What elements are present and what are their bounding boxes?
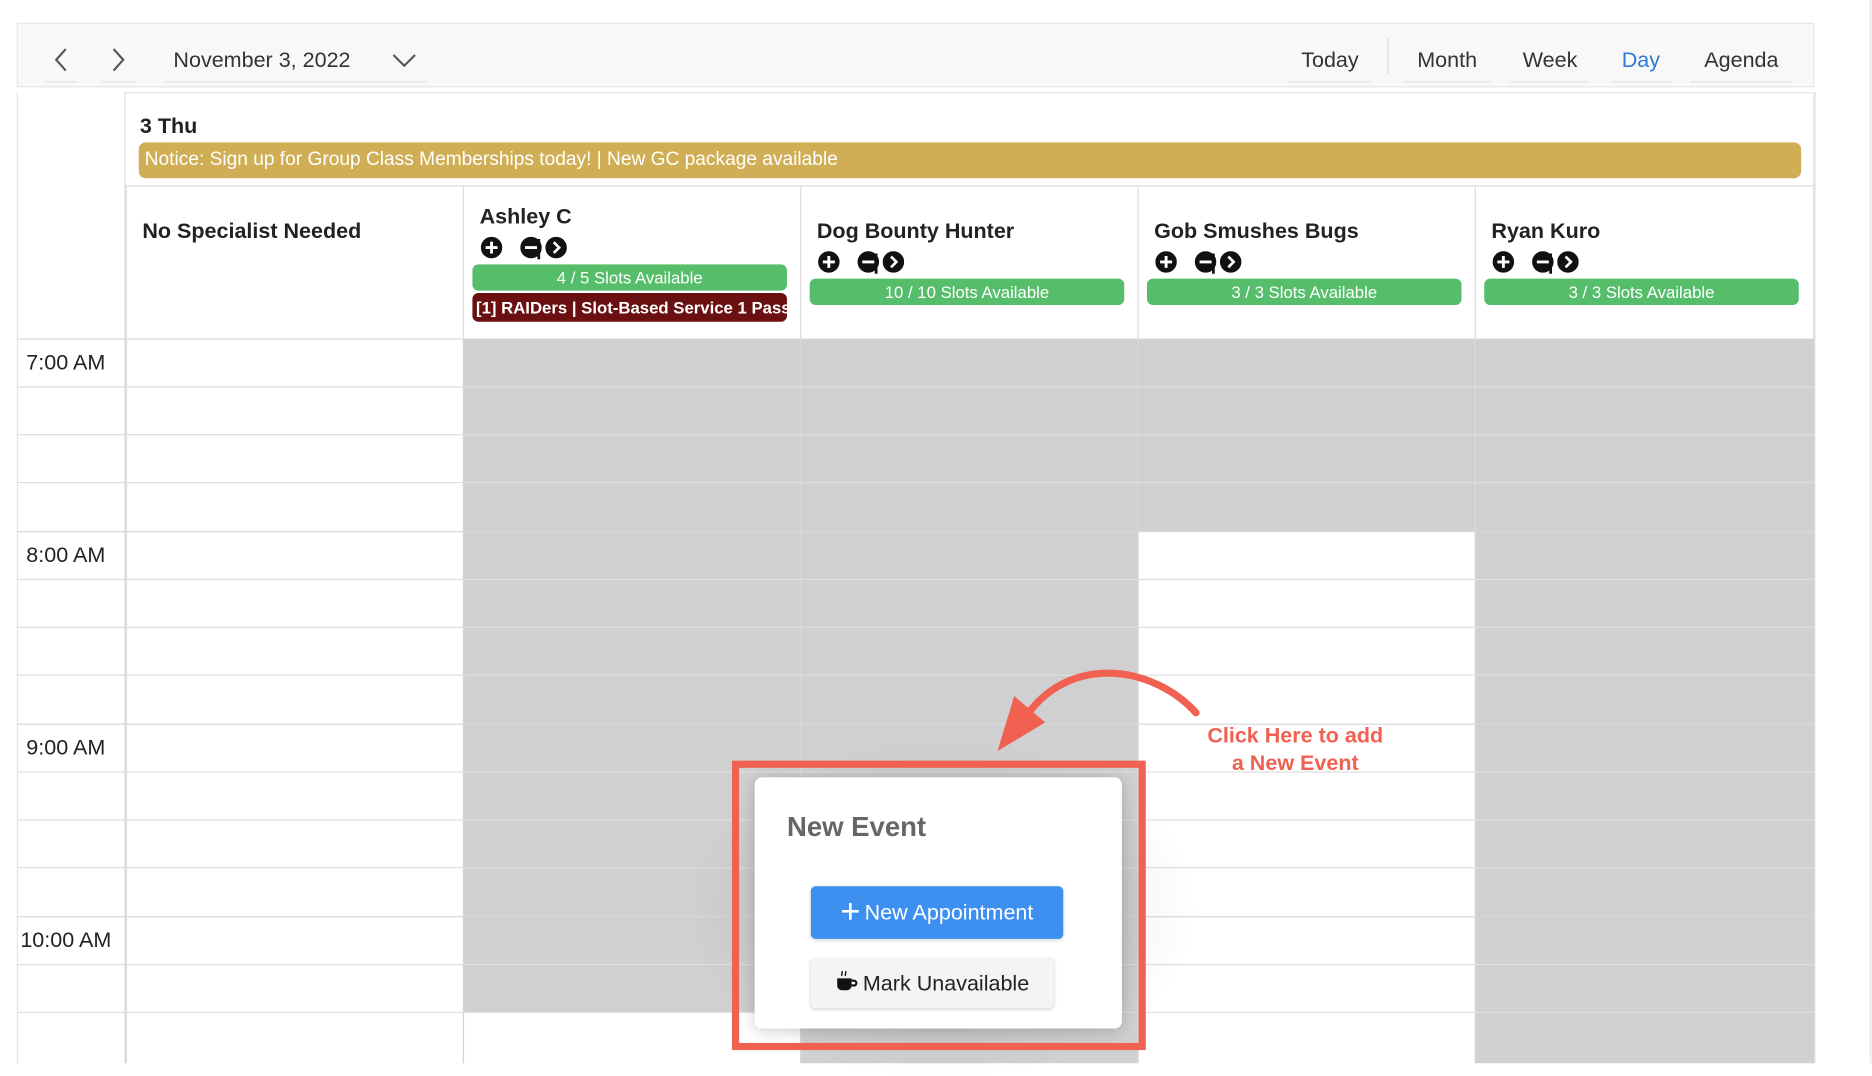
resource-header-dog-bounty-hunter: Dog Bounty Hunter | 10 / 10 Slots Availa… bbox=[800, 185, 1138, 339]
add-slot-icon[interactable] bbox=[818, 251, 840, 279]
slot-line bbox=[16, 674, 1815, 676]
day-calendar: November 3, 2022 Today Month Week Day Ag… bbox=[0, 0, 1872, 1076]
week-view-button[interactable]: Week bbox=[1510, 38, 1590, 83]
resource-header-ryan-kuro: Ryan Kuro | 3 / 3 Slots Available bbox=[1474, 185, 1815, 339]
time-label-10am: 10:00 AM bbox=[20, 928, 112, 953]
controls-separator: | bbox=[535, 235, 542, 260]
column-ryan-kuro[interactable] bbox=[1474, 338, 1815, 1064]
chevron-down-icon bbox=[392, 54, 416, 68]
slot-line bbox=[16, 723, 1815, 725]
unavailable-block bbox=[1475, 338, 1815, 1064]
column-no-specialist[interactable] bbox=[125, 338, 463, 1064]
callout-line-1: Click Here to add bbox=[1207, 723, 1384, 748]
calendar-toolbar: November 3, 2022 Today Month Week Day Ag… bbox=[16, 22, 1815, 88]
slots-available-badge[interactable]: 3 / 3 Slots Available bbox=[1146, 278, 1462, 305]
next-resource-icon[interactable] bbox=[1557, 251, 1579, 279]
callout-highlight-box bbox=[731, 760, 1146, 1051]
day-header: 3 Thu Notice: Sign up for Group Class Me… bbox=[125, 92, 1815, 186]
add-slot-icon[interactable] bbox=[1155, 251, 1177, 279]
slot-line bbox=[16, 531, 1815, 533]
resource-name: Gob Smushes Bugs bbox=[1154, 218, 1359, 243]
date-picker-button[interactable]: November 3, 2022 bbox=[163, 38, 427, 83]
notice-banner[interactable]: Notice: Sign up for Group Class Membersh… bbox=[138, 142, 1802, 179]
toolbar-divider bbox=[1387, 38, 1389, 75]
slots-available-badge[interactable]: 4 / 5 Slots Available bbox=[472, 264, 787, 291]
next-resource-icon[interactable] bbox=[545, 236, 567, 265]
slots-available-badge[interactable]: 10 / 10 Slots Available bbox=[809, 278, 1125, 305]
month-view-button[interactable]: Month bbox=[1402, 38, 1492, 83]
service-event[interactable]: [1] RAIDers | Slot-Based Service 1 Pass bbox=[472, 293, 787, 322]
add-slot-icon[interactable] bbox=[1492, 251, 1515, 279]
today-button[interactable]: Today bbox=[1288, 38, 1372, 83]
time-label-9am: 9:00 AM bbox=[26, 735, 106, 760]
time-label-8am: 8:00 AM bbox=[26, 542, 106, 567]
controls-separator: | bbox=[1547, 249, 1554, 274]
resource-name: No Specialist Needed bbox=[142, 218, 362, 243]
next-resource-icon[interactable] bbox=[1219, 251, 1242, 279]
prev-day-button[interactable] bbox=[44, 38, 78, 83]
slots-available-badge[interactable]: 3 / 3 Slots Available bbox=[1484, 278, 1799, 305]
day-label: 3 Thu bbox=[139, 113, 198, 138]
resource-header-gob-smushes-bugs: Gob Smushes Bugs | 3 / 3 Slots Available bbox=[1137, 185, 1475, 339]
time-label-7am: 7:00 AM bbox=[26, 350, 106, 375]
chevron-left-icon bbox=[54, 48, 67, 72]
next-day-button[interactable] bbox=[101, 38, 136, 83]
time-gutter bbox=[16, 92, 126, 1064]
slot-line bbox=[16, 386, 1815, 388]
slot-line bbox=[16, 434, 1815, 436]
callout-arrow-icon bbox=[997, 669, 1200, 752]
callout-line-2: a New Event bbox=[1231, 751, 1359, 776]
add-slot-icon[interactable] bbox=[480, 236, 503, 265]
next-resource-icon[interactable] bbox=[882, 251, 905, 279]
slot-line bbox=[16, 578, 1815, 581]
day-view-button[interactable]: Day bbox=[1611, 38, 1671, 83]
controls-separator: | bbox=[1210, 249, 1217, 274]
resource-name: Dog Bounty Hunter bbox=[816, 218, 1015, 243]
resource-name: Ryan Kuro bbox=[1491, 218, 1601, 243]
slot-line bbox=[16, 338, 1815, 340]
chevron-right-icon bbox=[112, 48, 125, 72]
callout-text: Click Here to add a New Event bbox=[1178, 722, 1412, 777]
resource-header-ashley-c: Ashley C | 4 / 5 Slots Available [1] RAI… bbox=[462, 185, 801, 339]
controls-separator: | bbox=[873, 249, 880, 274]
current-date: November 3, 2022 bbox=[173, 47, 351, 72]
slot-line bbox=[16, 626, 1815, 628]
agenda-view-button[interactable]: Agenda bbox=[1689, 38, 1793, 83]
scrollbar-track[interactable] bbox=[1869, 0, 1872, 1064]
calendar-right-border bbox=[1814, 92, 1816, 1064]
slot-line bbox=[16, 481, 1815, 484]
resource-header-no-specialist: No Specialist Needed bbox=[125, 185, 463, 339]
resource-name: Ashley C bbox=[479, 204, 572, 229]
